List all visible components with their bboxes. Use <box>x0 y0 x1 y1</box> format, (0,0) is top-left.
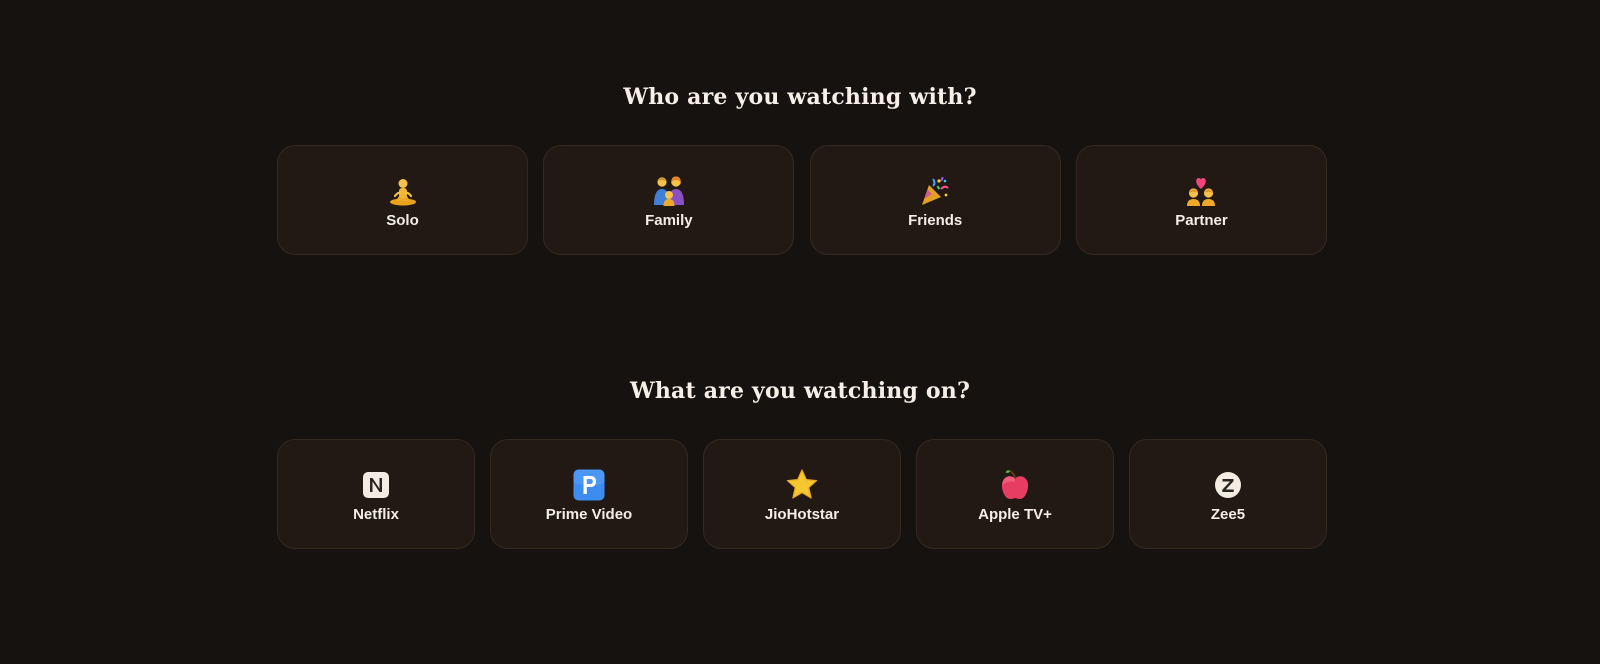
apple-icon <box>998 468 1032 502</box>
companion-option-partner[interactable]: Partner <box>1075 145 1327 255</box>
companion-option-label: Solo <box>386 211 419 229</box>
person-meditating-icon <box>386 174 420 208</box>
companion-options: Solo Family Friends Partner <box>277 145 1327 255</box>
platform-option-jiohotstar[interactable]: JioHotstar <box>703 439 901 549</box>
letter-z-icon <box>1211 468 1245 502</box>
party-popper-icon <box>918 174 952 208</box>
platform-option-label: Apple TV+ <box>978 505 1052 523</box>
platform-section-title: What are you watching on? <box>629 378 971 404</box>
companion-option-family[interactable]: Family <box>543 145 795 255</box>
letter-n-icon <box>359 468 393 502</box>
platform-option-apple-tv[interactable]: Apple TV+ <box>916 439 1114 549</box>
platform-option-netflix[interactable]: Netflix <box>277 439 475 549</box>
platform-option-label: Netflix <box>353 505 399 523</box>
platform-options: Netflix Prime Video JioHotstar Apple TV+… <box>277 439 1327 549</box>
couple-with-heart-icon <box>1184 174 1218 208</box>
platform-option-label: Prime Video <box>545 505 633 523</box>
platform-option-label: Zee5 <box>1210 505 1246 523</box>
companion-option-friends[interactable]: Friends <box>809 145 1061 255</box>
letter-p-icon <box>572 468 606 502</box>
companion-option-label: Partner <box>1175 211 1228 229</box>
platform-option-zee5[interactable]: Zee5 <box>1129 439 1327 549</box>
star-icon <box>785 468 819 502</box>
companion-option-solo[interactable]: Solo <box>277 145 528 255</box>
platform-option-prime-video[interactable]: Prime Video <box>490 439 688 549</box>
companion-option-label: Friends <box>908 211 963 229</box>
companion-section-title: Who are you watching with? <box>623 84 977 110</box>
companion-option-label: Family <box>645 211 693 229</box>
family-icon <box>652 174 686 208</box>
platform-option-label: JioHotstar <box>764 505 840 523</box>
